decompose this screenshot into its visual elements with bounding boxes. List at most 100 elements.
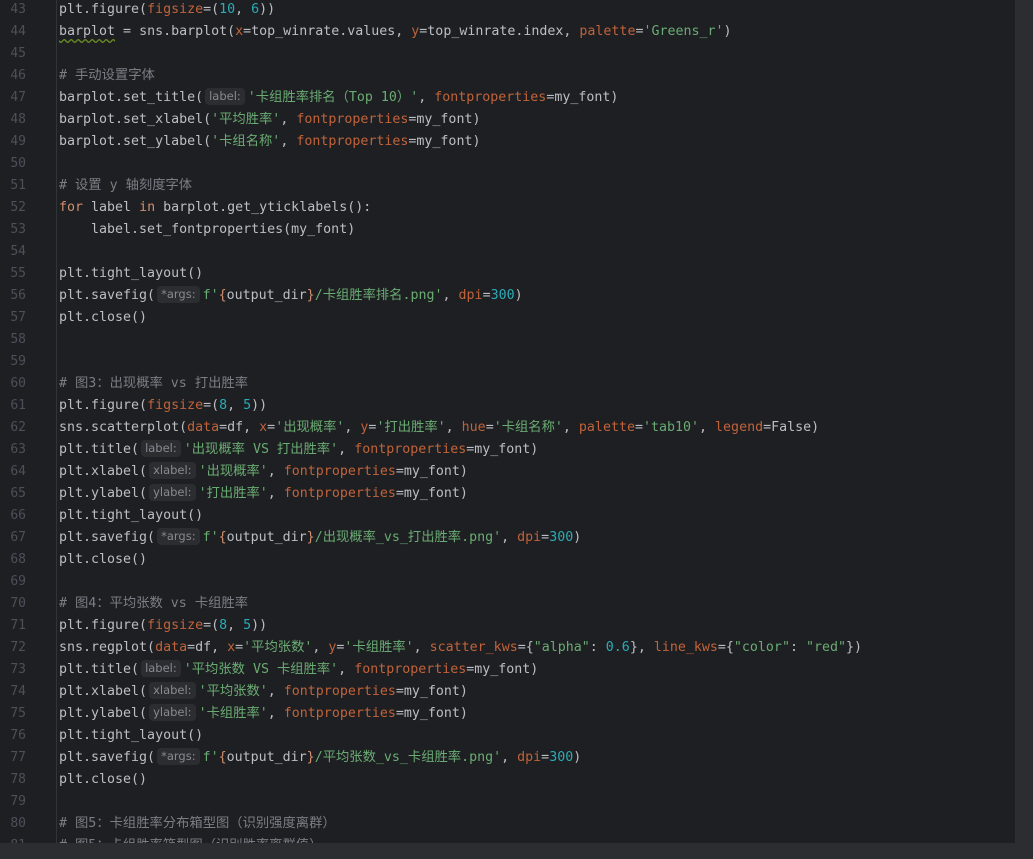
code-line[interactable]: 53 label.set_fontproperties(my_font) <box>0 219 1015 241</box>
code-line[interactable]: 54 <box>0 241 1015 263</box>
code-text: = <box>235 640 244 655</box>
code-line[interactable]: 64 plt.xlabel(xlabel: '出现概率', fontproperti… <box>0 461 1015 483</box>
code-text: , <box>501 530 518 545</box>
code-line[interactable]: 62 sns.scatterplot(data=df, x='出现概率', y='… <box>0 417 1015 439</box>
code-line[interactable]: 73 plt.title(label: '平均张数 VS 卡组胜率', fontpr… <box>0 659 1015 681</box>
code-line[interactable]: 49 barplot.set_ylabel('卡组名称', fontpropert… <box>0 131 1015 153</box>
code-line[interactable]: 46 # 手动设置字体 <box>0 65 1015 87</box>
code-line[interactable]: 69 <box>0 571 1015 593</box>
line-number: 57 <box>10 310 26 325</box>
code-content: plt.figure(figsize=(8, 5)) <box>59 395 267 417</box>
code-line[interactable]: 59 <box>0 351 1015 373</box>
code-text: =my_font) <box>408 112 481 127</box>
line-number: 47 <box>10 90 26 105</box>
code-line[interactable]: 80 # 图5：卡组胜率分布箱型图（识别强度离群） <box>0 813 1015 835</box>
code-line[interactable]: 65 plt.ylabel(ylabel: '打出胜率', fontproperti… <box>0 483 1015 505</box>
vertical-scrollbar[interactable] <box>1015 0 1033 859</box>
line-number: 71 <box>10 618 26 633</box>
code-line[interactable]: 48 barplot.set_xlabel('平均胜率', fontpropert… <box>0 109 1015 131</box>
code-text: , <box>267 706 284 721</box>
code-text: sns.regplot( <box>59 640 156 655</box>
string-literal: /平均张数_vs_卡组胜率.png' <box>314 750 502 765</box>
inlay-hint: xlabel: <box>149 682 196 699</box>
code-line[interactable]: 44 barplot = sns.barplot(x=top_winrate.va… <box>0 21 1015 43</box>
number-literal: 8 <box>219 398 228 413</box>
code-content: barplot.set_ylabel('卡组名称', fontpropertie… <box>59 131 480 153</box>
string-literal: '卡组胜率' <box>344 640 414 655</box>
code-text: plt.close() <box>59 310 148 325</box>
code-text: =my_font) <box>395 486 468 501</box>
code-line[interactable]: 77 plt.savefig(*args: f'{output_dir}/平均张数_… <box>0 747 1015 769</box>
code-text: , <box>344 420 361 435</box>
inlay-hint: label: <box>141 660 181 677</box>
code-text: =my_font) <box>395 706 468 721</box>
code-editor[interactable]: 43 plt.figure(figsize=(10, 6)) 44 barplot =… <box>0 0 1015 843</box>
code-text: plt.figure( <box>59 618 148 633</box>
code-line[interactable]: 56 plt.savefig(*args: f'{output_dir}/卡组胜率排… <box>0 285 1015 307</box>
code-text: =my_font) <box>466 662 539 677</box>
inlay-hint: ylabel: <box>149 704 196 721</box>
code-line[interactable]: 43 plt.figure(figsize=(10, 6)) <box>0 0 1015 21</box>
code-content: label.set_fontproperties(my_font) <box>59 219 355 241</box>
code-line[interactable]: 66 plt.tight_layout() <box>0 505 1015 527</box>
line-number: 53 <box>10 222 26 237</box>
code-line[interactable]: 52 for label in barplot.get_yticklabels()… <box>0 197 1015 219</box>
code-line[interactable]: 79 <box>0 791 1015 813</box>
code-line[interactable]: 50 <box>0 153 1015 175</box>
inlay-hint: label: <box>141 440 181 457</box>
number-literal: 5 <box>243 618 252 633</box>
code-text: barplot.set_ylabel( <box>59 134 212 149</box>
code-line[interactable]: 57 plt.close() <box>0 307 1015 329</box>
line-number: 63 <box>10 442 26 457</box>
string-literal: '平均张数' <box>243 640 313 655</box>
named-param: data <box>155 640 188 655</box>
code-line[interactable]: 81 # 图5：卡组胜率箱型图（识别胜率离群值） <box>0 835 1015 843</box>
code-line[interactable]: 78 plt.close() <box>0 769 1015 791</box>
string-literal: '卡组名称' <box>493 420 563 435</box>
code-text: plt.figure( <box>59 2 148 17</box>
line-number: 79 <box>10 794 26 809</box>
code-line[interactable]: 45 <box>0 43 1015 65</box>
code-line[interactable]: 60 # 图3：出现概率 vs 打出胜率 <box>0 373 1015 395</box>
code-content: plt.tight_layout() <box>59 725 203 747</box>
line-number: 72 <box>10 640 26 655</box>
code-line[interactable]: 51 # 设置 y 轴刻度字体 <box>0 175 1015 197</box>
code-line[interactable]: 61 plt.figure(figsize=(8, 5)) <box>0 395 1015 417</box>
code-line[interactable]: 71 plt.figure(figsize=(8, 5)) <box>0 615 1015 637</box>
code-line[interactable]: 47 barplot.set_title(label: '卡组胜率排名（Top 10… <box>0 87 1015 109</box>
named-param: dpi <box>517 750 542 765</box>
code-line[interactable]: 75 plt.ylabel(ylabel: '卡组胜率', fontproperti… <box>0 703 1015 725</box>
code-line[interactable]: 63 plt.title(label: '出现概率 VS 打出胜率', fontpr… <box>0 439 1015 461</box>
comment: # 手动设置字体 <box>59 68 155 83</box>
horizontal-scrollbar[interactable] <box>0 843 1015 859</box>
line-number: 67 <box>10 530 26 545</box>
code-text: plt.title( <box>59 442 140 457</box>
code-line[interactable]: 67 plt.savefig(*args: f'{output_dir}/出现概率_… <box>0 527 1015 549</box>
keyword: for <box>59 200 84 215</box>
code-text: label.set_fontproperties(my_font) <box>59 222 356 237</box>
line-number: 68 <box>10 552 26 567</box>
named-param: x <box>227 640 236 655</box>
code-content: # 图4：平均张数 vs 卡组胜率 <box>59 593 248 615</box>
code-content: barplot = sns.barplot(x=top_winrate.valu… <box>59 21 732 43</box>
comment: # 设置 y 轴刻度字体 <box>59 178 193 193</box>
code-text: , <box>267 684 284 699</box>
code-text: , <box>699 420 716 435</box>
string-literal: 'Greens_r' <box>643 24 724 39</box>
line-number: 76 <box>10 728 26 743</box>
named-param: scatter_kws <box>429 640 518 655</box>
code-text: sns.scatterplot( <box>59 420 188 435</box>
code-line[interactable]: 72 sns.regplot(data=df, x='平均张数', y='卡组胜率… <box>0 637 1015 659</box>
code-line[interactable]: 55 plt.tight_layout() <box>0 263 1015 285</box>
code-line[interactable]: 68 plt.close() <box>0 549 1015 571</box>
code-line[interactable]: 76 plt.tight_layout() <box>0 725 1015 747</box>
line-number: 75 <box>10 706 26 721</box>
code-line[interactable]: 70 # 图4：平均张数 vs 卡组胜率 <box>0 593 1015 615</box>
line-number: 51 <box>10 178 26 193</box>
fstring-brace: { <box>218 530 227 545</box>
code-line[interactable]: 74 plt.xlabel(xlabel: '平均张数', fontproperti… <box>0 681 1015 703</box>
code-line[interactable]: 58 <box>0 329 1015 351</box>
code-text: plt.ylabel( <box>59 706 148 721</box>
code-text: =my_font) <box>395 464 468 479</box>
named-param: data <box>187 420 220 435</box>
